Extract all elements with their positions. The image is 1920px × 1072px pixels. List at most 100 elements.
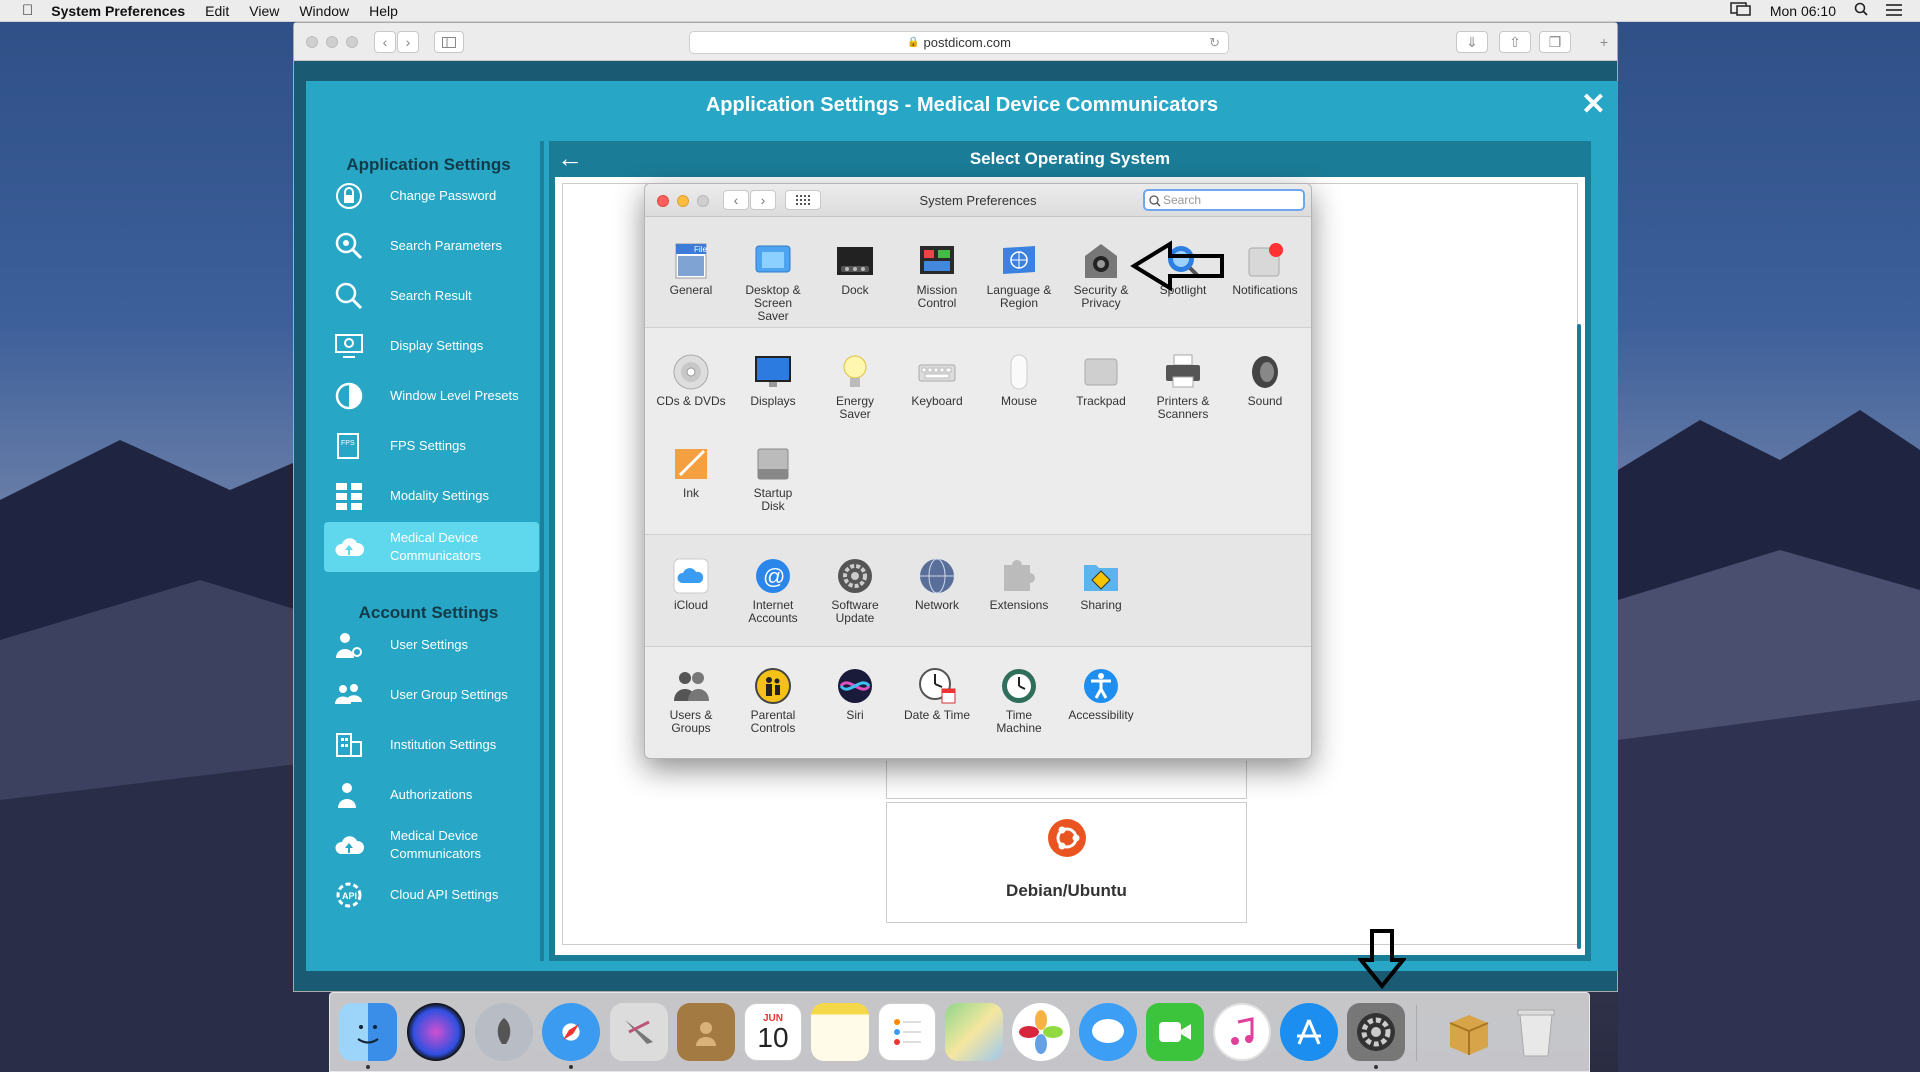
pref-mission-control[interactable]: Mission Control (897, 242, 977, 310)
address-bar[interactable]: 🔒 postdicom.com ↻ (689, 31, 1229, 54)
sidebar-item-medical-device-communicators[interactable]: Medical Device Communicators (324, 522, 539, 572)
screen-mirroring-icon[interactable] (1730, 2, 1752, 19)
contacts-icon[interactable] (677, 1003, 735, 1061)
new-tab-button[interactable]: + (1592, 31, 1616, 53)
maps-icon[interactable] (945, 1003, 1003, 1061)
pref-label: Extensions (989, 598, 1049, 612)
pref-software-update[interactable]: Software Update (815, 557, 895, 625)
pref-accessibility[interactable]: Accessibility (1061, 667, 1141, 722)
spotlight-search-icon[interactable] (1854, 2, 1868, 19)
back-arrow-icon[interactable]: ← (557, 143, 583, 174)
search-icon (1149, 195, 1161, 207)
messages-icon[interactable] (1079, 1003, 1137, 1061)
pref-language-region[interactable]: Language & Region (979, 242, 1059, 310)
download-icon: ⇓ (1466, 33, 1478, 50)
downloads-button[interactable]: ⇓ (1456, 31, 1488, 53)
sidebar-item-user-group-settings[interactable]: User Group Settings (324, 670, 539, 720)
pref-dock[interactable]: Dock (815, 242, 895, 297)
sidebar-item-search-parameters[interactable]: Search Parameters (324, 221, 539, 271)
pref-users-groups[interactable]: Users & Groups (651, 667, 731, 735)
music-icon[interactable] (1213, 1003, 1271, 1061)
pref-siri[interactable]: Siri (815, 667, 895, 722)
pref-general[interactable]: File General (651, 242, 731, 297)
pref-network[interactable]: Network (897, 557, 977, 612)
menu-edit[interactable]: Edit (205, 3, 229, 19)
sidebar-item-user-settings[interactable]: User Settings (324, 620, 539, 670)
globe-flag-icon (1000, 242, 1038, 280)
pref-icloud[interactable]: iCloud (651, 557, 731, 612)
pref-sharing[interactable]: Sharing (1061, 557, 1141, 612)
sidebar-item-fps-settings[interactable]: FPS FPS Settings (324, 421, 539, 471)
os-card-hidden[interactable] (886, 761, 1247, 799)
menu-window[interactable]: Window (299, 3, 349, 19)
sidebar-toggle-button[interactable] (434, 31, 464, 53)
pref-energy-saver[interactable]: Energy Saver (815, 353, 895, 421)
minimize-window-button[interactable] (326, 36, 338, 48)
sidebar-item-change-password[interactable]: Change Password (324, 171, 539, 221)
sidebar-item-cloud-api-settings[interactable]: API Cloud API Settings (324, 870, 539, 920)
forward-button[interactable]: › (397, 31, 419, 53)
menu-app-name[interactable]: System Preferences (51, 3, 185, 19)
share-button[interactable]: ⇧ (1499, 31, 1531, 53)
apple-icon[interactable]:  (22, 2, 33, 19)
photos-icon[interactable] (1012, 1003, 1070, 1061)
zoom-window-button[interactable] (346, 36, 358, 48)
share-icon: ⇧ (1509, 33, 1521, 50)
sysprefs-search-input[interactable]: Search (1143, 189, 1305, 211)
pref-security-privacy[interactable]: Security & Privacy (1061, 242, 1141, 310)
sidebar-item-modality-settings[interactable]: Modality Settings (324, 471, 539, 521)
pref-label: Notifications (1232, 283, 1298, 297)
trash-icon[interactable] (1507, 1003, 1565, 1061)
pref-internet-accounts[interactable]: @ Internet Accounts (733, 557, 813, 625)
os-card-label: Debian/Ubuntu (1006, 881, 1127, 900)
notification-center-icon[interactable] (1886, 3, 1902, 19)
menu-view[interactable]: View (249, 3, 279, 19)
close-window-button[interactable] (306, 36, 318, 48)
close-icon[interactable]: ✕ (1581, 87, 1606, 122)
sidebar-item-label: Change Password (390, 188, 497, 203)
pref-sound[interactable]: Sound (1225, 353, 1305, 408)
pref-trackpad[interactable]: Trackpad (1061, 353, 1141, 408)
facetime-icon[interactable] (1146, 1003, 1204, 1061)
package-box-icon[interactable] (1440, 1003, 1498, 1061)
calendar-icon[interactable]: JUN 10 (744, 1003, 802, 1061)
pref-displays[interactable]: Displays (733, 353, 813, 408)
pref-cds-dvds[interactable]: CDs & DVDs (651, 353, 731, 408)
pref-extensions[interactable]: Extensions (979, 557, 1059, 612)
sidebar-scrollbar[interactable] (540, 141, 544, 961)
pref-label: Security & Privacy (1073, 283, 1129, 310)
tabs-button[interactable]: ❐ (1539, 31, 1571, 53)
sidebar-item-search-result[interactable]: Search Result (324, 271, 539, 321)
pref-date-time[interactable]: Date & Time (897, 667, 977, 722)
siri-icon[interactable] (407, 1003, 465, 1061)
sidebar-item-medical-device-communicators-account[interactable]: Medical Device Communicators (324, 820, 539, 870)
reminders-icon[interactable] (878, 1003, 936, 1061)
mail-eagle-icon[interactable] (610, 1003, 668, 1061)
pref-mouse[interactable]: Mouse (979, 353, 1059, 408)
pref-time-machine[interactable]: Time Machine (979, 667, 1059, 735)
back-button[interactable]: ‹ (374, 31, 396, 53)
pref-keyboard[interactable]: Keyboard (897, 353, 977, 408)
sidebar-item-label: User Settings (390, 637, 469, 652)
sidebar-item-window-level-presets[interactable]: Window Level Presets (324, 371, 539, 421)
notes-icon[interactable] (811, 1003, 869, 1061)
pref-startup-disk[interactable]: Startup Disk (733, 445, 813, 513)
reload-icon[interactable]: ↻ (1209, 35, 1220, 51)
pref-desktop-screen-saver[interactable]: Desktop & Screen Saver (733, 242, 813, 323)
menu-clock[interactable]: Mon 06:10 (1770, 3, 1836, 19)
os-card-debian-ubuntu[interactable]: Debian/Ubuntu (886, 802, 1247, 923)
pref-ink[interactable]: Ink (651, 445, 731, 500)
menu-help[interactable]: Help (369, 3, 398, 19)
sidebar-item-institution-settings[interactable]: Institution Settings (324, 720, 539, 770)
app-store-icon[interactable] (1280, 1003, 1338, 1061)
pref-parental-controls[interactable]: Parental Controls (733, 667, 813, 735)
sidebar-item-display-settings[interactable]: Display Settings (324, 321, 539, 371)
pref-notifications[interactable]: Notifications (1225, 242, 1305, 297)
finder-icon[interactable] (339, 1003, 397, 1061)
pref-printers-scanners[interactable]: Printers & Scanners (1143, 353, 1223, 421)
launchpad-rocket-icon[interactable] (475, 1003, 533, 1061)
system-preferences-gear-icon[interactable] (1347, 1003, 1405, 1061)
sidebar-item-authorizations[interactable]: Authorizations (324, 770, 539, 820)
content-scrollbar[interactable] (1577, 324, 1581, 949)
safari-compass-icon[interactable] (542, 1003, 600, 1061)
